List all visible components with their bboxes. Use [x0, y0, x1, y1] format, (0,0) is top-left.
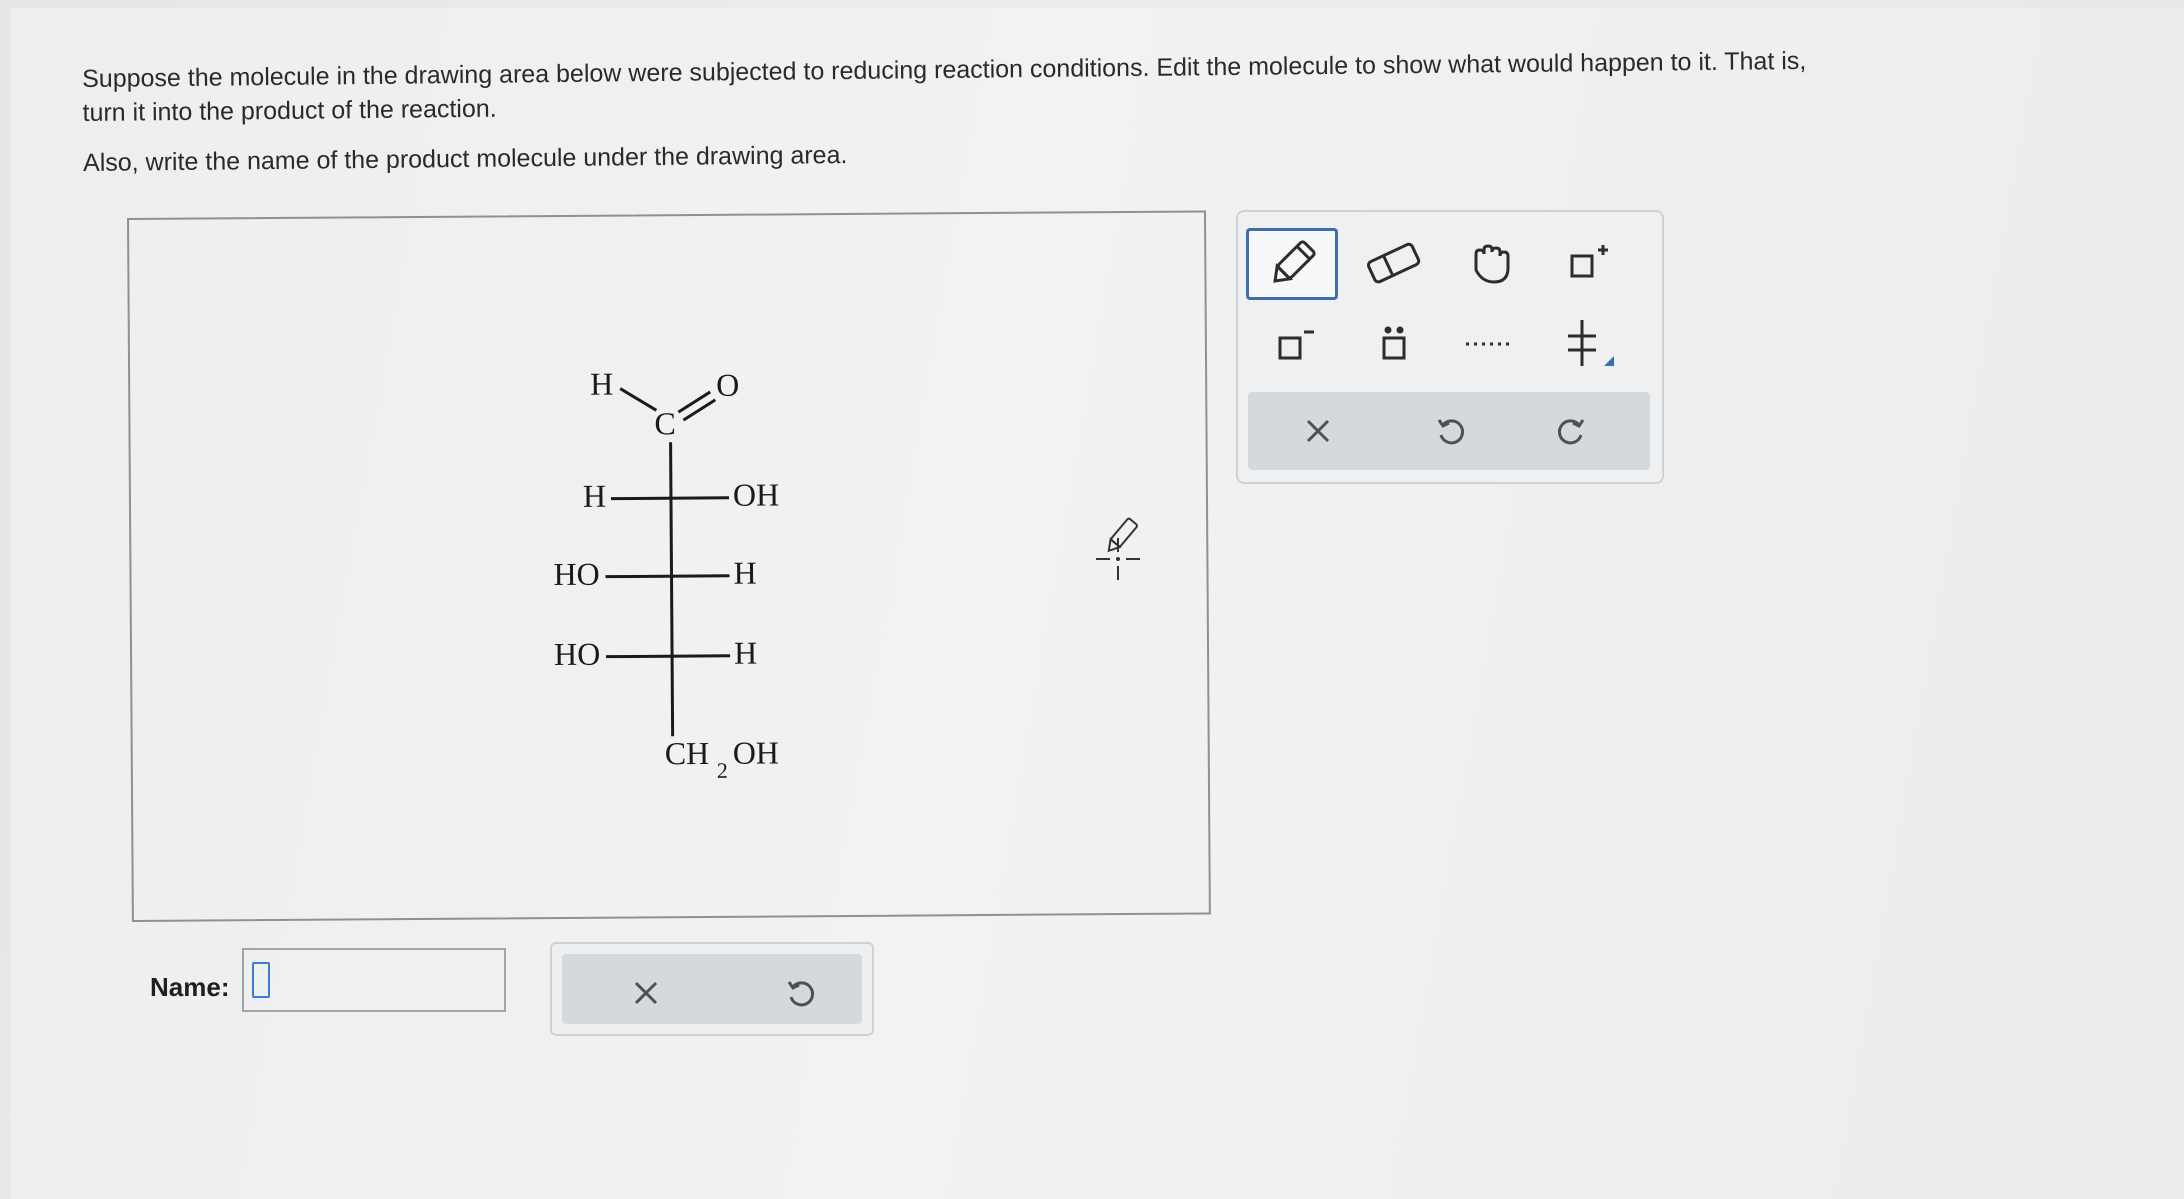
- hand-icon: [1474, 244, 1510, 284]
- bottom-oh: OH: [733, 734, 779, 770]
- bottom-ch: CH: [665, 735, 710, 771]
- redo-icon[interactable]: [1548, 407, 1596, 455]
- negative-charge-tool[interactable]: [1246, 308, 1338, 380]
- positive-charge-tool[interactable]: [1542, 228, 1634, 300]
- double-bond-c-o-a: [677, 390, 712, 414]
- stereo-bond-icon: [1568, 320, 1614, 366]
- eraser-tool[interactable]: [1348, 228, 1440, 300]
- row1-bond: [610, 496, 729, 501]
- x-icon[interactable]: [622, 969, 670, 1017]
- row1-right: OH: [733, 476, 779, 512]
- bond-h-c: [619, 387, 658, 412]
- aldehyde-c: C: [654, 405, 676, 441]
- drawing-area[interactable]: H C O H OH HO H HO H CH 2 OH: [127, 210, 1211, 922]
- text-caret: [252, 962, 270, 998]
- stereo-bond-tool[interactable]: [1542, 308, 1634, 380]
- row3-bond: [606, 654, 731, 659]
- radical-dots-tool[interactable]: [1444, 308, 1536, 380]
- name-input[interactable]: [242, 948, 506, 1012]
- row3-right: H: [734, 635, 757, 671]
- row2-right: H: [733, 555, 756, 591]
- drawing-actions: [550, 942, 874, 1036]
- name-label: Name:: [150, 972, 230, 1002]
- undo-icon[interactable]: [776, 969, 824, 1017]
- pencil-cursor-icon: [1096, 517, 1140, 580]
- backbone-bond: [669, 442, 675, 737]
- hand-tool[interactable]: [1444, 228, 1536, 300]
- row2-bond: [605, 574, 730, 579]
- aldehyde-o: O: [716, 367, 739, 403]
- negative-charge-icon: [1278, 330, 1314, 360]
- lone-pair-tool[interactable]: [1348, 308, 1440, 380]
- drawing-toolbox: [1236, 210, 1664, 484]
- pencil-tool[interactable]: [1246, 228, 1338, 300]
- aldehyde-h: H: [590, 366, 613, 402]
- lone-pair-icon: [1382, 326, 1406, 360]
- row2-left: HO: [553, 556, 599, 592]
- eraser-icon: [1366, 242, 1421, 284]
- pencil-icon: [1273, 240, 1316, 283]
- fischer-projection[interactable]: H C O H OH HO H HO H CH 2 OH: [129, 212, 1209, 919]
- positive-charge-icon: [1570, 245, 1608, 278]
- row3-left: HO: [554, 636, 600, 672]
- drawing-actions-bar: [562, 954, 862, 1024]
- question-text: Suppose the molecule in the drawing area…: [82, 41, 2083, 180]
- double-bond-c-o-b: [682, 398, 717, 422]
- toolbox-actions: [1248, 392, 1650, 470]
- bottom-subscript: 2: [717, 758, 728, 783]
- row1-left: H: [583, 478, 606, 514]
- x-icon[interactable]: [1294, 407, 1342, 455]
- undo-icon[interactable]: [1426, 407, 1474, 455]
- radical-dots-icon: [1466, 342, 1514, 346]
